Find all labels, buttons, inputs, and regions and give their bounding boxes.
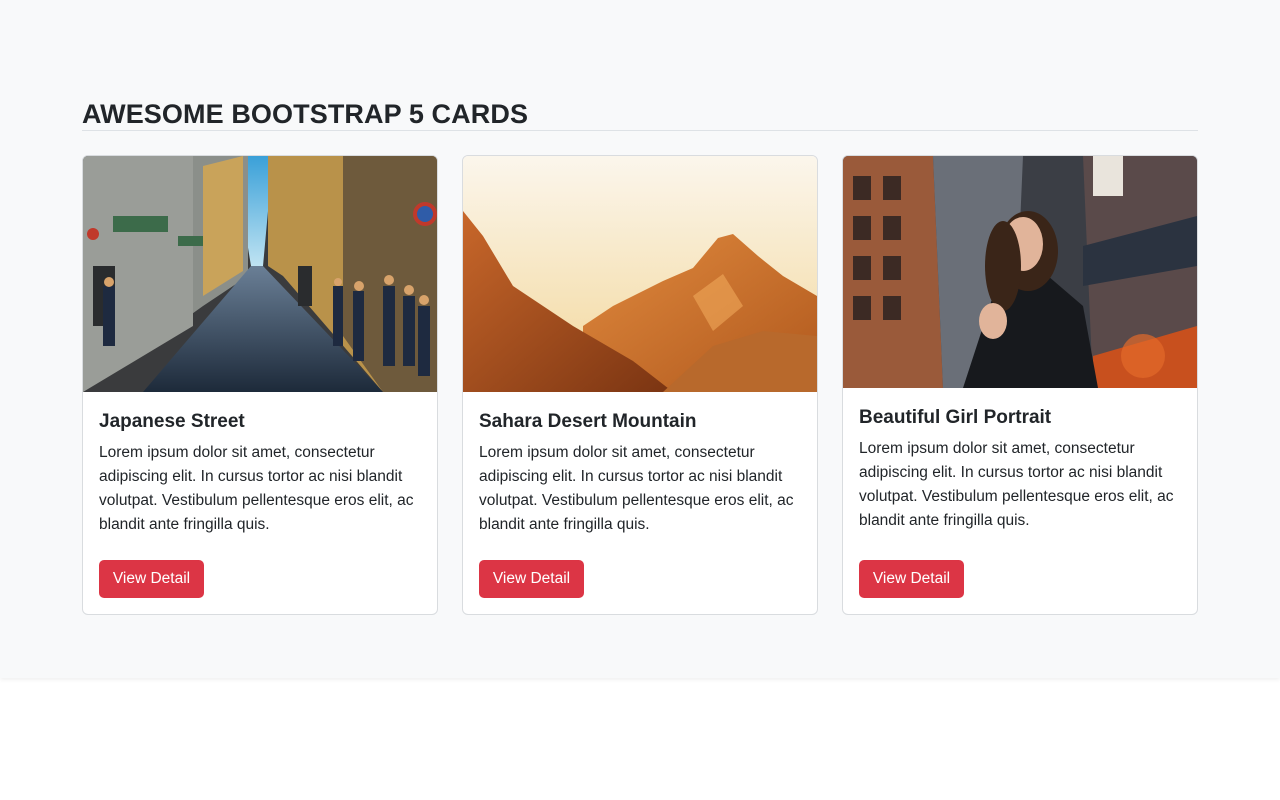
view-detail-button[interactable]: View Detail	[99, 560, 204, 598]
card-image	[83, 156, 437, 392]
view-detail-button[interactable]: View Detail	[859, 560, 964, 598]
card-japanese-street: Japanese Street Lorem ipsum dolor sit am…	[82, 155, 438, 615]
cards-section: AWESOME BOOTSTRAP 5 CARDS Japanese Stree…	[0, 0, 1280, 678]
card-text: Lorem ipsum dolor sit amet, consectetur …	[99, 444, 414, 533]
street-photo	[83, 156, 437, 392]
card-title: Japanese Street	[99, 411, 245, 432]
card-image	[463, 156, 817, 392]
card-beautiful-girl-portrait: Beautiful Girl Portrait Lorem ipsum dolo…	[842, 155, 1198, 615]
card-title: Sahara Desert Mountain	[479, 411, 697, 432]
view-detail-button[interactable]: View Detail	[479, 560, 584, 598]
portrait-photo	[843, 156, 1197, 388]
card-image	[843, 156, 1197, 388]
desert-mountain-photo	[463, 156, 817, 392]
card-text: Lorem ipsum dolor sit amet, consectetur …	[859, 440, 1174, 529]
page-title: AWESOME BOOTSTRAP 5 CARDS	[82, 99, 529, 129]
heading-divider	[82, 130, 1198, 131]
card-title: Beautiful Girl Portrait	[859, 407, 1052, 428]
card-sahara-desert-mountain: Sahara Desert Mountain Lorem ipsum dolor…	[462, 155, 818, 615]
card-text: Lorem ipsum dolor sit amet, consectetur …	[479, 444, 794, 533]
